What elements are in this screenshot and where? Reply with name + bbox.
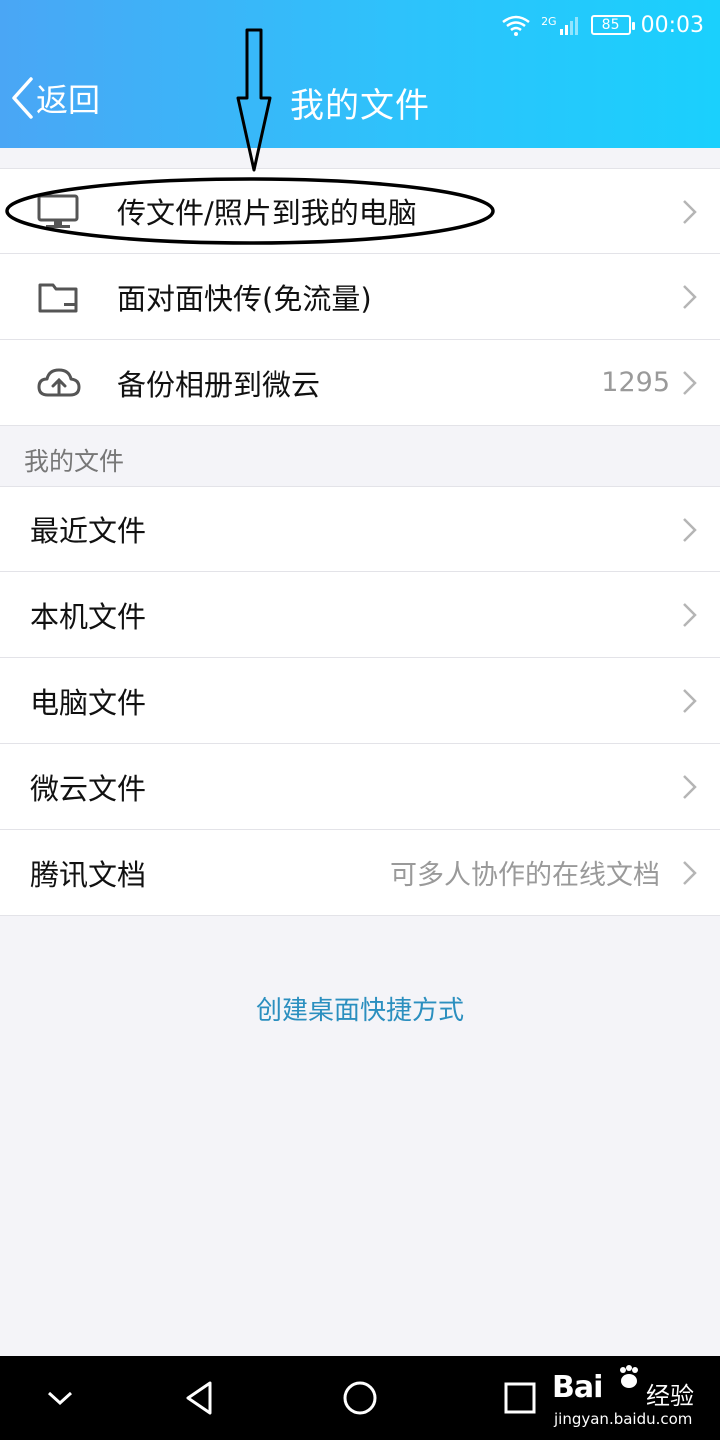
- list-item-weiyun-files[interactable]: 微云文件: [0, 744, 720, 830]
- watermark-logo: Bai: [552, 1370, 603, 1405]
- list-item-computer-files[interactable]: 电脑文件: [0, 658, 720, 744]
- section-header: 我的文件: [24, 447, 125, 476]
- computer-monitor-icon: [37, 194, 79, 228]
- cloud-upload-icon: [37, 368, 81, 397]
- list-item-label: 备份相册到微云: [117, 367, 321, 402]
- list-item-transfer-to-computer[interactable]: 传文件/照片到我的电脑: [0, 168, 720, 254]
- chevron-right-icon: [683, 518, 697, 542]
- quick-actions-list: 传文件/照片到我的电脑 面对面快传(免流量) 备份相册到微云 1295: [0, 168, 720, 426]
- battery-level: 85: [601, 17, 620, 33]
- list-item-local-files[interactable]: 本机文件: [0, 572, 720, 658]
- list-item-label: 腾讯文档: [30, 857, 147, 892]
- chevron-right-icon: [683, 775, 697, 799]
- create-shortcut-link[interactable]: 创建桌面快捷方式: [0, 990, 720, 1027]
- network-type: 2G: [541, 15, 557, 28]
- chevron-right-icon: [683, 285, 697, 309]
- list-item-label: 本机文件: [30, 599, 147, 634]
- my-files-list: 最近文件 本机文件 电脑文件 微云文件 腾讯文档 可多人协作的在线文档: [0, 486, 720, 916]
- watermark-name: 经验: [646, 1382, 694, 1410]
- signal-indicator: 2G: [541, 15, 581, 35]
- recents-square-icon[interactable]: [500, 1378, 540, 1418]
- list-item-subtitle: 可多人协作的在线文档: [390, 860, 660, 891]
- watermark: Bai 经验 jingyan.baidu.com: [548, 1360, 720, 1440]
- list-item-recent-files[interactable]: 最近文件: [0, 486, 720, 572]
- list-item-label: 传文件/照片到我的电脑: [117, 196, 417, 230]
- chevron-right-icon: [683, 861, 697, 885]
- page-title: 我的文件: [290, 86, 430, 126]
- wifi-icon: [502, 15, 530, 36]
- home-circle-icon[interactable]: [340, 1378, 380, 1418]
- clock: 00:03: [640, 12, 704, 38]
- list-item-label: 面对面快传(免流量): [117, 281, 372, 316]
- paw-icon: [620, 1365, 638, 1388]
- chevron-right-icon: [683, 371, 697, 395]
- list-item-tencent-docs[interactable]: 腾讯文档 可多人协作的在线文档: [0, 830, 720, 916]
- status-bar: 2G 85 00:03: [501, 8, 704, 42]
- list-item-label: 微云文件: [30, 771, 147, 806]
- folder-icon: [38, 283, 78, 313]
- signal-icon: [559, 17, 578, 35]
- app-header: 2G 85 00:03 返回 我的文件: [0, 0, 720, 148]
- chevron-right-icon: [683, 200, 697, 224]
- watermark-url: jingyan.baidu.com: [554, 1410, 693, 1428]
- chevron-right-icon: [683, 689, 697, 713]
- battery-icon: 85: [590, 15, 635, 35]
- photo-count: 1295: [601, 367, 670, 398]
- chevron-down-icon[interactable]: [40, 1378, 80, 1418]
- chevron-right-icon: [683, 603, 697, 627]
- list-item-face-to-face[interactable]: 面对面快传(免流量): [0, 254, 720, 340]
- list-item-label: 最近文件: [30, 514, 147, 548]
- list-item-label: 电脑文件: [30, 685, 147, 720]
- back-triangle-icon[interactable]: [180, 1378, 220, 1418]
- list-item-backup-album[interactable]: 备份相册到微云 1295: [0, 340, 720, 426]
